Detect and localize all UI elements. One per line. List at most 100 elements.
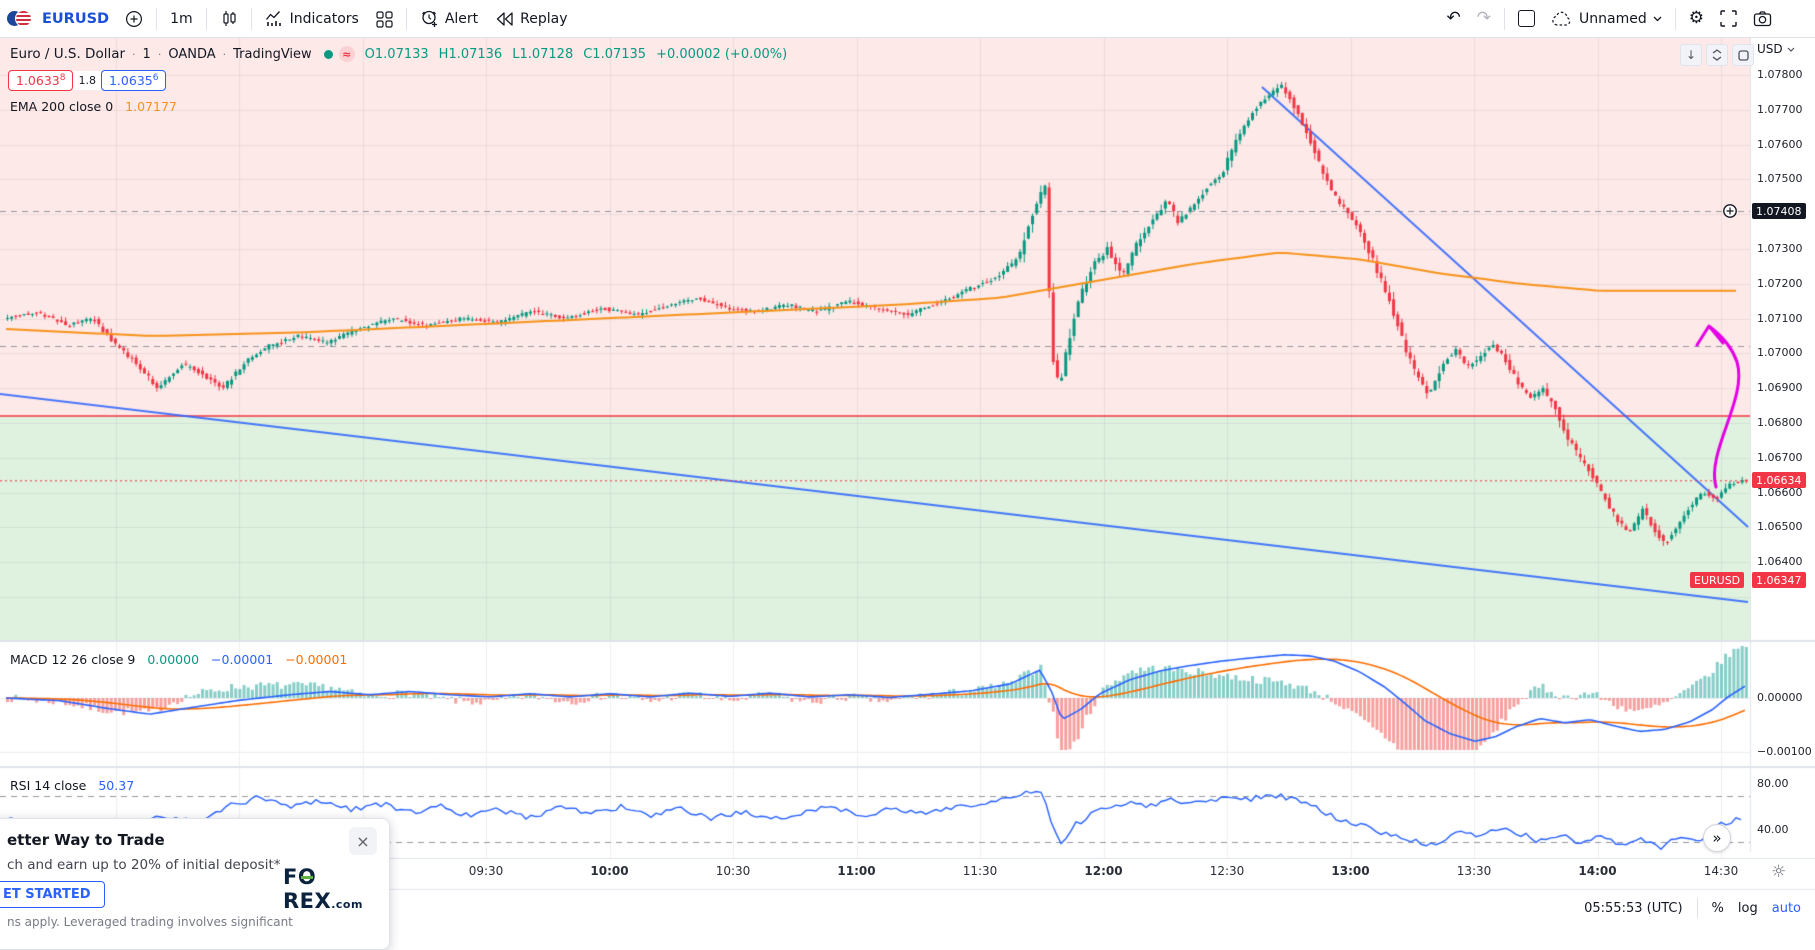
ad-body: ch and earn up to 20% of initial deposit…: [7, 857, 281, 873]
cloud-save-button[interactable]: Unnamed: [1544, 7, 1669, 31]
toolbar-left: EURUSD 1m Indicators: [6, 5, 575, 32]
price-tick-label: 1.06400: [1757, 555, 1803, 568]
alert-button[interactable]: Alert: [413, 5, 485, 32]
symbol-name-chip: EURUSD: [1690, 572, 1744, 588]
ad-close-icon[interactable]: ×: [349, 827, 377, 855]
fullscreen-button[interactable]: [1713, 6, 1744, 31]
macd-tick-label: −0.00100: [1757, 745, 1812, 758]
time-tick-label: 10:30: [716, 864, 751, 878]
legend-interval[interactable]: 1: [143, 47, 151, 62]
move-pane-down-button[interactable]: ↓: [1680, 44, 1702, 66]
price-tick-label: 1.07300: [1757, 242, 1803, 255]
time-tick-label: 11:00: [837, 864, 875, 878]
symbol-button[interactable]: EURUSD: [35, 7, 116, 31]
symbol-legend: Euro / U.S. Dollar · 1 · OANDA · Trading…: [10, 46, 787, 62]
price-tick-label: 1.06700: [1757, 451, 1803, 464]
market-open-dot-icon[interactable]: [324, 50, 333, 59]
collapse-icon: [1712, 49, 1722, 61]
chevron-down-icon: [1653, 16, 1662, 22]
ema-value: 1.07177: [125, 99, 177, 114]
maximize-pane-button[interactable]: [1732, 44, 1754, 66]
macd-legend-label[interactable]: MACD 12 26 close 9: [10, 652, 135, 667]
symbol-price-chip: 1.06347: [1752, 572, 1806, 588]
price-tick-label: 1.07200: [1757, 277, 1803, 290]
auto-scale-button[interactable]: auto: [1772, 901, 1801, 916]
rsi-tick-label: 40.00: [1757, 823, 1789, 836]
forex-com-logo: FOREX.com: [283, 865, 389, 913]
time-tick-label: 14:00: [1578, 864, 1616, 878]
single-layout-icon: [1518, 10, 1535, 27]
alarm-clock-icon: [420, 9, 439, 28]
ad-popup: etter Way to Trade ch and earn up to 20%…: [0, 818, 390, 950]
chart-canvas[interactable]: [0, 0, 1815, 926]
chart-style-button[interactable]: [213, 6, 245, 32]
ad-get-started-button[interactable]: ET STARTED: [0, 881, 105, 908]
price-tick-label: 1.07000: [1757, 346, 1803, 359]
alert-label: Alert: [445, 11, 478, 27]
time-tick-label: 09:30: [469, 864, 504, 878]
time-tick-label: 12:00: [1084, 864, 1122, 878]
percent-scale-button[interactable]: %: [1712, 901, 1724, 916]
cloud-icon: [1551, 11, 1573, 27]
time-tick-label: 13:30: [1457, 864, 1492, 878]
macd-hist-value: 0.00000: [147, 652, 199, 667]
clock-utc-label[interactable]: 05:55:53 (UTC): [1584, 901, 1682, 916]
indicators-button[interactable]: Indicators: [258, 6, 366, 32]
layout-select-button[interactable]: [1511, 6, 1542, 31]
indicator-templates-button[interactable]: [368, 6, 400, 32]
crosshair-target-icon[interactable]: [1722, 203, 1738, 219]
settings-gear-button[interactable]: ⚙: [1682, 6, 1711, 31]
last-price-chip: 1.06634: [1752, 472, 1806, 488]
undo-button[interactable]: ↶: [1440, 6, 1468, 31]
indicators-icon: [265, 10, 284, 28]
replay-button[interactable]: Replay: [487, 7, 574, 31]
rsi-legend: RSI 14 close 50.37: [10, 778, 134, 793]
ema-legend-label[interactable]: EMA 200 close 0: [10, 99, 113, 114]
ohlc-close: C1.07135: [583, 47, 646, 62]
price-tick-label: 1.07800: [1757, 68, 1803, 81]
time-tick-label: 13:00: [1331, 864, 1369, 878]
currency-selector[interactable]: USD: [1757, 42, 1795, 56]
delayed-data-icon[interactable]: ≈: [339, 46, 355, 62]
time-tick-label: 10:00: [590, 864, 628, 878]
replay-label: Replay: [520, 11, 567, 27]
price-tick-label: 1.06500: [1757, 520, 1803, 533]
symbol-title[interactable]: Euro / U.S. Dollar: [10, 46, 125, 62]
screenshot-camera-button[interactable]: [1746, 6, 1779, 31]
price-tick-label: 1.06800: [1757, 416, 1803, 429]
rsi-legend-label[interactable]: RSI 14 close: [10, 778, 86, 793]
chevron-down-icon: [1787, 47, 1795, 52]
buy-button[interactable]: 1.06356: [101, 70, 166, 91]
top-toolbar: EURUSD 1m Indicators: [0, 0, 1815, 38]
go-to-latest-button[interactable]: »: [1703, 824, 1731, 852]
compare-add-button[interactable]: [118, 6, 150, 32]
redo-button[interactable]: ↷: [1470, 6, 1498, 31]
ohlc-low: L1.07128: [512, 47, 573, 62]
price-axis[interactable]: [1750, 38, 1815, 858]
price-tick-label: 1.07100: [1757, 312, 1803, 325]
ema-legend: EMA 200 close 0 1.07177: [10, 99, 177, 114]
candles-icon: [220, 10, 238, 28]
camera-icon: [1753, 10, 1772, 27]
legend-provider[interactable]: TradingView: [233, 47, 312, 62]
macd-tick-label: 0.00000: [1757, 691, 1803, 704]
theme-sun-icon[interactable]: ☼: [1771, 862, 1786, 882]
spread-label: 1.8: [73, 71, 101, 90]
time-tick-label: 12:30: [1210, 864, 1245, 878]
log-scale-button[interactable]: log: [1738, 901, 1758, 916]
replay-rewind-icon: [494, 11, 514, 27]
macd-line-value: −0.00001: [211, 652, 273, 667]
trade-buttons: 1.06338 1.8 1.06356: [8, 70, 166, 91]
legend-exchange[interactable]: OANDA: [168, 47, 215, 62]
maximize-icon: [1738, 50, 1749, 61]
ohlc-open: O1.07133: [365, 47, 429, 62]
plus-circle-icon: [125, 10, 143, 28]
layout-name-label: Unnamed: [1579, 11, 1647, 27]
sell-button[interactable]: 1.06338: [8, 70, 73, 91]
symbol-flag-icon: [6, 9, 33, 29]
pane-controls: ↓: [1680, 44, 1754, 66]
collapse-pane-button[interactable]: [1706, 44, 1728, 66]
macd-legend: MACD 12 26 close 9 0.00000 −0.00001 −0.0…: [10, 652, 347, 667]
ad-title: etter Way to Trade: [7, 831, 165, 849]
interval-button[interactable]: 1m: [163, 7, 200, 31]
